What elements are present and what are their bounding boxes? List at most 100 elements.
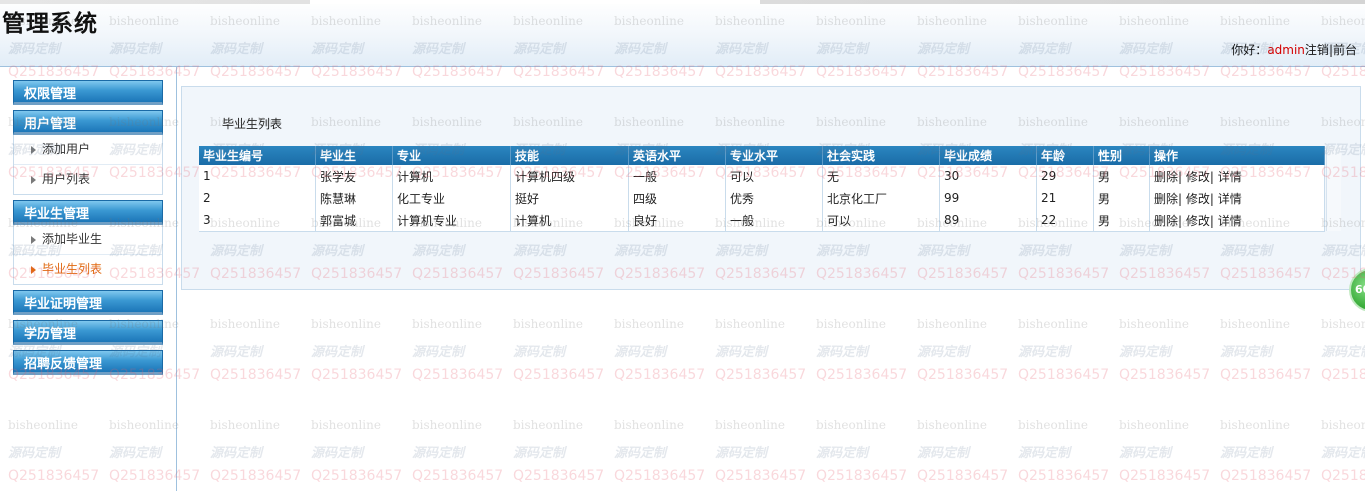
watermark-text-cn: 源码定制 bbox=[1119, 345, 1172, 360]
watermark-text-cn: 源码定制 bbox=[614, 446, 667, 461]
watermark-text-q: Q2518364​57 bbox=[210, 468, 302, 484]
delete-link[interactable]: 删除 bbox=[1154, 170, 1178, 184]
col-header: 毕业生编号 bbox=[199, 146, 316, 165]
watermark-text-cn: 源码定制 bbox=[816, 345, 869, 360]
cell-id: 3 bbox=[199, 209, 316, 232]
menu-title-recruitment[interactable]: 招聘反馈管理 bbox=[13, 350, 163, 375]
watermark-text-cn-row: 源码定制 源码定制 源码定制 源码定制 源码定制 源码定制 源码定制 源码定制 源码定制 源码定制… bbox=[8, 341, 1365, 360]
watermark-text-cn: 源码定制 bbox=[513, 345, 566, 360]
arrow-right-icon bbox=[31, 236, 36, 244]
sidebar-item-add-graduate[interactable]: 添加毕业生 bbox=[14, 225, 162, 255]
cell-major: 化工专业 bbox=[392, 187, 511, 209]
logout-link[interactable]: 注销 bbox=[1305, 43, 1329, 57]
delete-link[interactable]: 删除 bbox=[1154, 192, 1178, 206]
watermark-text-cn: 源码定制 bbox=[311, 345, 364, 360]
menu-title-users[interactable]: 用户管理 bbox=[13, 110, 163, 135]
edit-link[interactable]: 修改 bbox=[1186, 170, 1210, 184]
watermark-text-q: Q2518364​57 bbox=[513, 468, 605, 484]
watermark-text-cn-row: 源码定制 源码定制 源码定制 源码定制 源码定制 源码定制 源码定制 源码定制 源码定制 源码定制… bbox=[8, 442, 1365, 461]
watermark-text-cn: 源码定制 bbox=[1119, 446, 1172, 461]
edit-link[interactable]: 修改 bbox=[1186, 192, 1210, 206]
menu-title-education[interactable]: 学历管理 bbox=[13, 320, 163, 345]
menu-title-graduates[interactable]: 毕业生管理 bbox=[13, 200, 163, 225]
sidebar-item-label: 用户列表 bbox=[42, 172, 91, 186]
cell-actions: 删除| 修改| 详情 bbox=[1149, 187, 1325, 209]
watermark-text-q: Q2518364​57 bbox=[412, 468, 504, 484]
watermark-text-en: bisheonline bbox=[715, 317, 785, 331]
graduate-table: 毕业生编号 毕业生 专业 技能 英语水平 专业水平 社会实践 毕业成绩 年龄 性… bbox=[199, 146, 1325, 232]
edit-link[interactable]: 修改 bbox=[1186, 214, 1210, 228]
watermark-text-en: bisheonline bbox=[917, 317, 987, 331]
cell-name: 张学友 bbox=[315, 165, 393, 187]
arrow-right-icon bbox=[31, 266, 36, 274]
arrow-right-icon bbox=[31, 146, 36, 154]
watermark-text-en: bisheonline bbox=[513, 317, 583, 331]
frontend-link[interactable]: 前台 bbox=[1333, 43, 1357, 57]
top-strip bbox=[0, 0, 1365, 4]
menu-sub-graduates: 添加毕业生 毕业生列表 bbox=[13, 225, 163, 285]
watermark-text-cn: 源码定制 bbox=[412, 446, 465, 461]
arrow-right-icon bbox=[31, 176, 36, 184]
cell-actions: 删除| 修改| 详情 bbox=[1149, 165, 1325, 187]
delete-link[interactable]: 删除 bbox=[1154, 214, 1178, 228]
watermark-text-en: bisheonline bbox=[1119, 418, 1189, 432]
sidebar-item-add-user[interactable]: 添加用户 bbox=[14, 135, 162, 165]
watermark-text-en: bisheonline bbox=[1018, 418, 1088, 432]
watermark-text-q: Q2518364​57 bbox=[311, 468, 403, 484]
menu-group-education: 学历管理 bbox=[13, 320, 163, 345]
menu-group-permissions: 权限管理 bbox=[13, 80, 163, 105]
watermark-text-q: Q2518364​57 bbox=[715, 468, 807, 484]
watermark-text-en: bisheonline bbox=[311, 418, 381, 432]
cell-english: 四级 bbox=[628, 187, 726, 209]
watermark-text-en: bisheonline bbox=[513, 418, 583, 432]
sidebar: 权限管理 用户管理 添加用户 用户列表 毕业生管理 添加毕业生 毕业生列表 毕业… bbox=[0, 67, 177, 491]
watermark-text-en: bisheonline bbox=[1220, 317, 1290, 331]
detail-link[interactable]: 详情 bbox=[1218, 192, 1242, 206]
menu-title-permissions[interactable]: 权限管理 bbox=[13, 80, 163, 105]
watermark-text-cn: 源码定制 bbox=[917, 446, 970, 461]
menu-title-certificates[interactable]: 毕业证明管理 bbox=[13, 290, 163, 315]
watermark-text-cn: 源码定制 bbox=[715, 446, 768, 461]
watermark-text-q-row: Q2518364​57 Q2518364​57 Q2518364​57 Q251836… bbox=[8, 468, 1365, 484]
watermark-text-q: Q2518364​57 bbox=[1220, 468, 1312, 484]
watermark-text-q: Q2518364​57 bbox=[311, 367, 403, 383]
cell-english: 一般 bbox=[628, 165, 726, 187]
menu-group-users: 用户管理 添加用户 用户列表 bbox=[13, 110, 163, 195]
cell-major: 计算机专业 bbox=[392, 209, 511, 232]
detail-link[interactable]: 详情 bbox=[1218, 170, 1242, 184]
watermark-text-q: Q2518364​57 bbox=[1119, 367, 1211, 383]
header: 管理系统 你好：admin注销|前台 bbox=[0, 0, 1365, 67]
watermark-text-q: Q2518364​57 bbox=[412, 367, 504, 383]
watermark-text-en: bisheonline bbox=[816, 418, 886, 432]
watermark-text-en-row: bisheonline bisheonline bisheonline bisheon… bbox=[8, 418, 1365, 432]
watermark-text-en: bisheonline bbox=[210, 317, 280, 331]
detail-link[interactable]: 详情 bbox=[1218, 214, 1242, 228]
table-row: 3 郭富城 计算机专业 计算机 良好 一般 可以 89 22 男 删除| 修改|… bbox=[199, 209, 1325, 232]
cell-id: 2 bbox=[199, 187, 316, 209]
cell-level: 一般 bbox=[725, 209, 823, 232]
cell-id: 1 bbox=[199, 165, 316, 187]
menu-group-graduates: 毕业生管理 添加毕业生 毕业生列表 bbox=[13, 200, 163, 285]
watermark-text-cn: 源码定制 bbox=[816, 446, 869, 461]
watermark-text-en: bisheonline bbox=[614, 418, 684, 432]
user-area: 你好：admin注销|前台 bbox=[1231, 41, 1357, 58]
watermark-text-q: Q2518364​57 bbox=[1018, 468, 1110, 484]
watermark-text-en: bisheonline bbox=[917, 418, 987, 432]
watermark-text-q: Q2518364​57 bbox=[715, 367, 807, 383]
separator: | bbox=[1209, 213, 1214, 228]
sidebar-item-graduate-list[interactable]: 毕业生列表 bbox=[14, 255, 162, 284]
watermark-text-en: bisheonline bbox=[816, 317, 886, 331]
main-panel: 毕业生列表 毕业生编号 毕业生 专业 技能 英语水平 专业水平 社会实践 毕业成… bbox=[181, 86, 1361, 290]
watermark-text-q: Q2518364​57 bbox=[1018, 367, 1110, 383]
watermark-text-en: bisheonline bbox=[311, 317, 381, 331]
separator: | bbox=[1209, 191, 1214, 206]
col-header: 毕业生 bbox=[315, 146, 393, 165]
cell-name: 郭富城 bbox=[315, 209, 393, 232]
cell-practice: 可以 bbox=[822, 209, 940, 232]
watermark-text-en: bisheonline bbox=[412, 418, 482, 432]
watermark-text-q: Q2518364​57 bbox=[1321, 468, 1365, 484]
cell-practice: 无 bbox=[822, 165, 940, 187]
cell-gender: 男 bbox=[1093, 209, 1150, 232]
sidebar-item-user-list[interactable]: 用户列表 bbox=[14, 165, 162, 194]
col-header: 年龄 bbox=[1036, 146, 1094, 165]
